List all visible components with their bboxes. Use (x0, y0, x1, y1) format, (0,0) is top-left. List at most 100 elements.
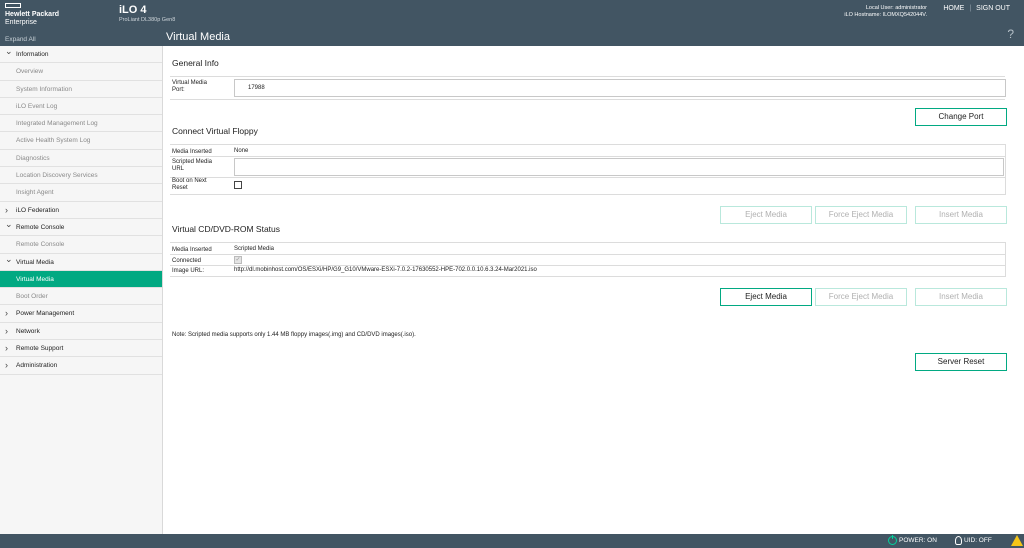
user-info: Local User: administrator iLO Hostname: … (844, 5, 927, 19)
chevron-down-icon: ⌄ (5, 253, 13, 264)
sidebar-item-location-discovery-services[interactable]: Location Discovery Services (0, 167, 162, 185)
scripted-media-note: Note: Scripted media supports only 1.44 … (172, 332, 416, 338)
brand-name: Hewlett Packard (5, 11, 60, 18)
sidebar-section-administration[interactable]: › Administration (0, 357, 162, 375)
product-info: iLO 4 ProLiant DL380p Gen8 (119, 4, 175, 24)
change-port-button[interactable]: Change Port (915, 108, 1007, 126)
port-label-line1: Virtual Media (172, 80, 207, 86)
divider (170, 242, 1005, 243)
sidebar-item-boot-order[interactable]: Boot Order (0, 288, 162, 306)
chevron-down-icon: ⌄ (5, 218, 13, 229)
sidebar-item-active-health-system-log[interactable]: Active Health System Log (0, 132, 162, 150)
sidebar-item-overview[interactable]: Overview (0, 63, 162, 81)
sidebar-item-label: Boot Order (16, 293, 48, 301)
sidebar-item-ilo-event-log[interactable]: iLO Event Log (0, 98, 162, 116)
sidebar-item-label: Remote Console (16, 223, 65, 231)
divider (170, 194, 1005, 195)
floppy-eject-media-button[interactable]: Eject Media (720, 206, 812, 224)
server-reset-button[interactable]: Server Reset (915, 353, 1007, 371)
divider (170, 99, 1005, 100)
server-model: ProLiant DL380p Gen8 (119, 17, 176, 23)
sidebar-item-label: Administration (16, 362, 58, 370)
scripted-media-url-input[interactable] (234, 158, 1004, 176)
boot-next-reset-label: Boot on Next Reset (172, 178, 207, 192)
sidebar-section-ilo-federation[interactable]: › iLO Federation (0, 202, 162, 219)
table-border (1005, 242, 1006, 277)
sidebar-item-label: Overview (16, 68, 44, 76)
sidebar-section-network[interactable]: › Network (0, 323, 162, 341)
boot-next-reset-checkbox[interactable] (234, 181, 242, 189)
sidebar-item-label: Network (16, 327, 40, 335)
divider (170, 254, 1005, 255)
virtual-floppy-title: Connect Virtual Floppy (172, 126, 258, 136)
sidebar-item-system-information[interactable]: System Information (0, 81, 162, 98)
sidebar-item-label: Information (16, 51, 49, 58)
connected-label: Connected (172, 258, 202, 264)
sidebar-item-remote-console[interactable]: Remote Console (0, 236, 162, 254)
chevron-right-icon: › (5, 325, 8, 336)
sidebar-item-label: Remote Console (16, 241, 65, 249)
image-url-label: Image URL: (172, 268, 205, 274)
sidebar-item-label: Virtual Media (16, 275, 54, 283)
sidebar-item-label: iLO Federation (16, 206, 59, 214)
status-footer: POWER: ON UID: OFF (0, 534, 1024, 548)
main-content: General Info Virtual Media Port: 17988 C… (164, 46, 1024, 534)
uid-status[interactable]: UID: OFF (955, 536, 992, 545)
sidebar-item-label: Insight Agent (16, 189, 54, 197)
connected-checkbox: ✓ (234, 256, 242, 264)
cdrom-force-eject-button[interactable]: Force Eject Media (815, 288, 907, 306)
uid-bulb-icon (955, 536, 962, 545)
chevron-down-icon: ⌄ (5, 46, 13, 56)
scripted-url-label-line2: URL (172, 166, 185, 172)
sidebar-section-information[interactable]: ⌄ Information (0, 46, 162, 64)
cdrom-eject-media-button[interactable]: Eject Media (720, 288, 812, 306)
help-icon[interactable]: ? (1007, 27, 1014, 41)
sidebar-item-diagnostics[interactable]: Diagnostics (0, 150, 162, 168)
sidebar-nav: ⌄ Information Overview System Information iL… (0, 46, 163, 534)
chevron-right-icon: › (5, 360, 8, 371)
chevron-right-icon: › (5, 308, 8, 319)
sidebar-item-integrated-management-log[interactable]: Integrated Management Log (0, 115, 162, 133)
sidebar-item-label: Integrated Management Log (16, 120, 98, 128)
cdrom-media-inserted-label: Media Inserted (172, 247, 212, 253)
power-status[interactable]: POWER: ON (888, 535, 937, 545)
divider (170, 76, 1005, 77)
sidebar-item-label: Active Health System Log (16, 137, 91, 145)
floppy-media-inserted-label: Media Inserted (172, 149, 212, 155)
sign-out-link[interactable]: SIGN OUT (976, 5, 1010, 12)
hpe-logo: Hewlett Packard Enterprise (5, 3, 105, 27)
home-link[interactable]: HOME (943, 5, 964, 12)
cdrom-insert-media-button[interactable]: Insert Media (915, 288, 1007, 306)
divider (170, 265, 1005, 266)
floppy-media-inserted-value: None (234, 148, 249, 154)
ilo-hostname: iLO Hostname: ILOMXQ542044V. (844, 12, 927, 18)
sidebar-item-label: System Information (16, 85, 72, 93)
brand-name-line2: Enterprise (5, 19, 37, 26)
floppy-force-eject-button[interactable]: Force Eject Media (815, 206, 907, 224)
warning-icon[interactable] (1011, 535, 1023, 546)
sidebar-section-power-management[interactable]: › Power Management (0, 305, 162, 323)
floppy-insert-media-button[interactable]: Insert Media (915, 206, 1007, 224)
sidebar-section-remote-support[interactable]: › Remote Support (0, 340, 162, 358)
sidebar-item-label: iLO Event Log (16, 102, 58, 110)
sidebar-section-virtual-media[interactable]: ⌄ Virtual Media (0, 254, 162, 271)
uid-status-label: UID: OFF (964, 537, 992, 545)
divider (170, 276, 1005, 277)
page-title: Virtual Media (166, 31, 230, 43)
table-border (1005, 144, 1006, 195)
image-url-value: http://dl.mobinhost.com/OS/ESXi/HP/G9_G1… (234, 267, 537, 273)
cdrom-media-inserted-value: Scripted Media (234, 246, 275, 252)
sidebar-section-remote-console[interactable]: ⌄ Remote Console (0, 218, 162, 237)
top-nav: HOME | SIGN OUT (943, 5, 1010, 12)
scripted-url-label: Scripted Media URL (172, 159, 212, 173)
scripted-url-label-line1: Scripted Media (172, 159, 213, 165)
sub-header (0, 30, 1024, 46)
virtual-media-port-input[interactable]: 17988 (234, 79, 1006, 97)
sidebar-item-label: Location Discovery Services (16, 172, 98, 180)
sidebar-item-insight-agent[interactable]: Insight Agent (0, 184, 162, 202)
sidebar-item-label: Remote Support (16, 345, 64, 353)
expand-all-link[interactable]: Expand All (5, 36, 36, 43)
boot-label-line1: Boot on Next (172, 178, 207, 184)
port-label: Virtual Media Port: (172, 80, 207, 94)
sidebar-item-virtual-media[interactable]: Virtual Media (0, 270, 162, 289)
